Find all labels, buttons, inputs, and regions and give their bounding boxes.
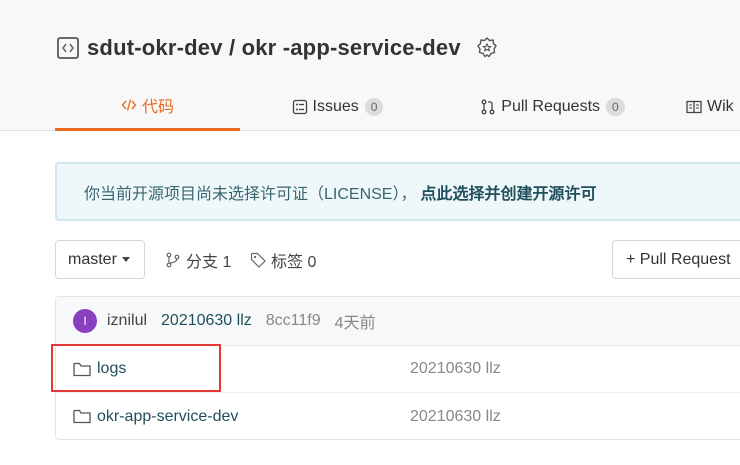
tab-wiki-label: Wik <box>707 97 734 115</box>
tags-label: 标签 0 <box>271 253 317 271</box>
latest-commit-row: I iznilul 20210630 llz 8cc11f9 4天前 <box>56 297 740 346</box>
wiki-icon <box>686 100 702 114</box>
tab-issues-label: Issues <box>312 97 359 115</box>
recommend-badge-icon[interactable] <box>474 35 500 61</box>
branch-select[interactable]: master <box>55 240 145 279</box>
caret-down-icon <box>121 257 130 262</box>
tab-wiki[interactable]: Wik <box>670 82 740 131</box>
pull-request-icon <box>480 99 496 115</box>
file-commit-message[interactable]: 20210630 llz <box>410 360 501 378</box>
license-notice-text: 你当前开源项目尚未选择许可证（LICENSE）， <box>84 185 417 203</box>
pull-requests-count-badge: 0 <box>606 97 625 116</box>
commit-author[interactable]: iznilul <box>107 312 147 330</box>
tab-issues[interactable]: Issues 0 <box>240 82 435 131</box>
tab-pull-requests-label: Pull Requests <box>501 97 601 115</box>
repo-title-row: sdut-okr-dev / okr -app-service-dev <box>57 33 500 63</box>
file-commit-message[interactable]: 20210630 llz <box>410 408 501 426</box>
issues-count-badge: 0 <box>364 97 384 116</box>
code-icon <box>121 98 137 112</box>
branches-label: 分支 1 <box>186 253 232 271</box>
tag-icon <box>250 252 266 268</box>
create-license-link[interactable]: 点此选择并创建开源许可 <box>420 180 596 204</box>
file-name-link[interactable]: okr-app-service-dev <box>97 408 238 426</box>
commit-sha[interactable]: 8cc11f9 <box>266 312 321 330</box>
repo-tabs: 代码 Issues 0 Pull Requests 0 Wik <box>55 82 740 131</box>
tags-link[interactable]: 标签 0 <box>250 240 316 279</box>
issues-icon <box>292 99 308 115</box>
branch-select-value: master <box>68 250 117 268</box>
repo-toolbar: master 分支 1 标签 0 + Pull Request <box>55 240 740 279</box>
license-notice: 你当前开源项目尚未选择许可证（LICENSE）， 点此选择并创建开源许可 <box>55 162 740 221</box>
repo-header: sdut-okr-dev / okr -app-service-dev 代码 I… <box>0 0 740 131</box>
branch-icon <box>165 252 181 268</box>
repository-icon <box>57 37 79 59</box>
folder-icon <box>73 409 91 424</box>
avatar[interactable]: I <box>73 309 97 333</box>
highlight-box <box>51 344 221 392</box>
branches-link[interactable]: 分支 1 <box>165 240 231 279</box>
repo-title[interactable]: sdut-okr-dev / okr -app-service-dev <box>87 35 461 61</box>
tab-code-label: 代码 <box>141 99 174 116</box>
tab-code[interactable]: 代码 <box>55 82 240 131</box>
commit-time: 4天前 <box>334 315 376 332</box>
tab-pull-requests[interactable]: Pull Requests 0 <box>435 82 670 131</box>
commit-message[interactable]: 20210630 llz <box>161 312 252 330</box>
new-pull-request-button[interactable]: + Pull Request <box>612 240 740 279</box>
list-item[interactable]: okr-app-service-dev 20210630 llz <box>56 393 740 440</box>
